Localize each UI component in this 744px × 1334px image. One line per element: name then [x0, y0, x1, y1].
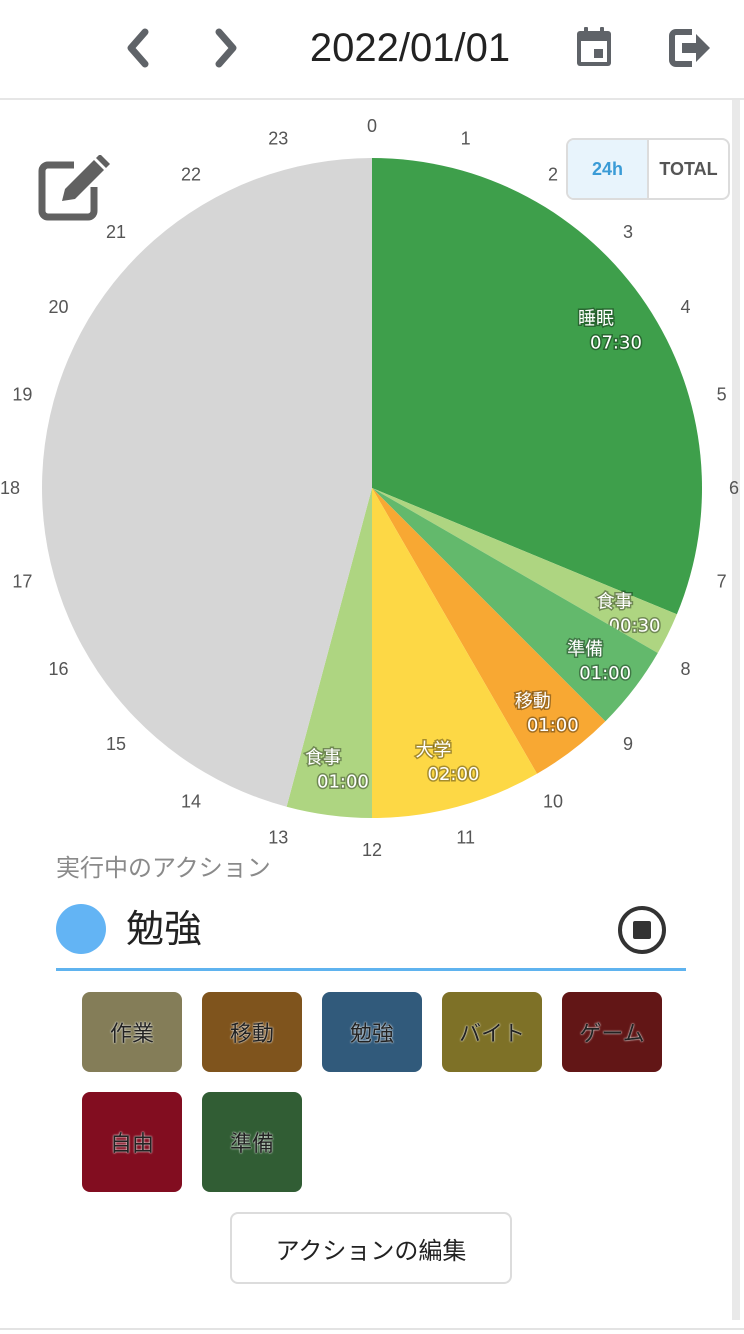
- pie-slice-duration: 07:30: [590, 332, 642, 353]
- pie-slice-name: 食事: [305, 747, 341, 768]
- hour-tick-label: 12: [362, 840, 382, 860]
- hour-tick-label: 21: [106, 222, 126, 242]
- bottom-divider: [0, 1328, 744, 1330]
- hour-tick-label: 7: [717, 572, 727, 592]
- pie-slice-duration: 01:00: [317, 771, 369, 792]
- hour-tick-label: 16: [48, 659, 68, 679]
- hour-tick-label: 20: [48, 297, 68, 317]
- pie-slice-name: 睡眠: [578, 308, 614, 329]
- chevron-left-icon: [127, 28, 149, 68]
- action-button-jiyu[interactable]: 自由: [82, 1092, 182, 1192]
- pie-slice-duration: 01:00: [527, 715, 579, 736]
- logout-button[interactable]: [666, 26, 714, 70]
- hour-tick-label: 17: [12, 572, 32, 592]
- prev-day-button[interactable]: [118, 26, 158, 70]
- hour-tick-label: 0: [367, 116, 377, 136]
- action-button-benkyo[interactable]: 勉強: [322, 992, 422, 1072]
- hour-tick-label: 14: [181, 792, 201, 812]
- calendar-button[interactable]: [572, 24, 616, 70]
- action-button-junbi[interactable]: 準備: [202, 1092, 302, 1192]
- calendar-icon: [577, 27, 611, 66]
- hour-tick-label: 4: [680, 297, 690, 317]
- hour-tick-label: 10: [543, 792, 563, 812]
- stop-icon: [618, 906, 666, 954]
- pie-slice-duration: 02:00: [428, 764, 480, 785]
- hour-tick-label: 9: [623, 734, 633, 754]
- hour-tick-label: 11: [456, 828, 475, 848]
- logout-icon: [669, 29, 710, 67]
- hour-tick-label: 19: [12, 384, 32, 404]
- hour-tick-label: 23: [268, 128, 288, 148]
- action-button-baito[interactable]: バイト: [442, 992, 542, 1072]
- action-button-sagyo[interactable]: 作業: [82, 992, 182, 1072]
- pie-slice-name: 食事: [597, 592, 633, 613]
- running-action-color-dot: [56, 904, 106, 954]
- pie-slice-name: 移動: [515, 691, 551, 712]
- running-action-label: 実行中のアクション: [56, 854, 271, 882]
- current-date: 2022/01/01: [309, 26, 511, 70]
- hour-tick-label: 22: [181, 164, 201, 184]
- hour-tick-label: 6: [729, 478, 739, 498]
- hour-tick-label: 8: [680, 659, 690, 679]
- running-action-row: 勉強: [56, 890, 686, 971]
- pie-slice-duration: 01:00: [579, 663, 631, 684]
- action-button-game[interactable]: ゲーム: [562, 992, 662, 1072]
- hour-tick-label: 15: [106, 734, 126, 754]
- hour-tick-label: 3: [623, 222, 633, 242]
- hour-tick-label: 13: [268, 828, 288, 848]
- edit-actions-button[interactable]: アクションの編集: [230, 1212, 512, 1284]
- stop-button[interactable]: [616, 904, 668, 956]
- hour-tick-label: 1: [461, 128, 471, 148]
- hour-tick-label: 18: [0, 478, 20, 498]
- action-button-idou[interactable]: 移動: [202, 992, 302, 1072]
- chevron-right-icon: [215, 28, 237, 68]
- next-day-button[interactable]: [206, 26, 246, 70]
- hour-tick-label: 2: [548, 164, 558, 184]
- app-header: 2022/01/01: [0, 0, 744, 100]
- pie-slice-name: 大学: [415, 740, 451, 761]
- pie-slice-name: 準備: [567, 639, 603, 660]
- hour-tick-label: 5: [717, 384, 727, 404]
- running-action-name: 勉強: [126, 907, 203, 951]
- day-pie-chart: 睡眠07:30食事00:30準備01:00移動01:00大学02:00食事01:…: [0, 116, 739, 860]
